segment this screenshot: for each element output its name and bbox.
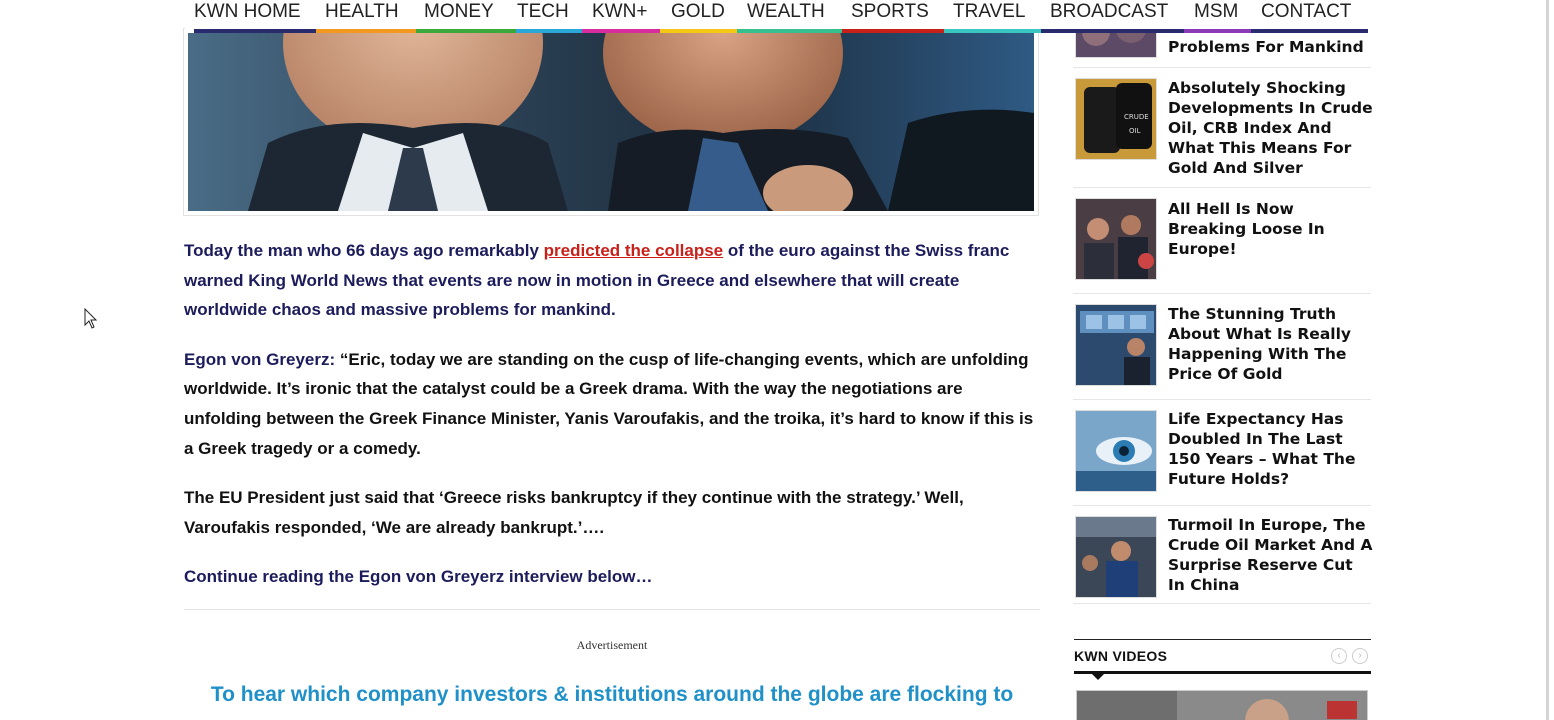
predicted-collapse-link[interactable]: predicted the collapse [544, 241, 724, 260]
nav-color-bar [1251, 29, 1368, 33]
videos-title: KWN VIDEOS [1074, 648, 1168, 664]
nav-item-money[interactable]: MONEY [416, 0, 516, 33]
nav-label: KWN HOME [194, 1, 301, 22]
nav-color-bar [194, 29, 316, 33]
nav-item-contact[interactable]: CONTACT [1251, 0, 1368, 33]
nav-color-bar [1184, 29, 1251, 33]
nav-label: BROADCAST [1050, 1, 1169, 22]
oil-barrels-icon: CRUDE OIL [1075, 78, 1157, 160]
nav-label: SPORTS [851, 1, 929, 22]
trader-icon [1075, 516, 1157, 598]
photo-two-men [188, 33, 1034, 211]
nav-color-bar [842, 29, 944, 33]
nav-item-health[interactable]: HEALTH [316, 0, 416, 33]
svg-text:OIL: OIL [1129, 127, 1141, 135]
nav-label: MSM [1194, 1, 1239, 22]
nav-item-kwn-home[interactable]: KWN HOME [194, 0, 316, 33]
sidebar-story-title: Turmoil In Europe, The Crude Oil Market … [1168, 516, 1373, 594]
sidebar-story-title: All Hell Is Now Breaking Loose In Europe… [1168, 200, 1325, 258]
article-body: Today the man who 66 days ago remarkably… [184, 236, 1044, 612]
sidebar-story[interactable]: The Stunning Truth About What Is Really … [1073, 294, 1371, 400]
videos-next-button[interactable]: › [1352, 648, 1368, 664]
mouse-cursor-icon [84, 307, 98, 335]
speaker-name: Egon von Greyerz: [184, 349, 336, 369]
nav-color-bar [944, 29, 1041, 33]
videos-prev-button[interactable]: ‹ [1331, 648, 1347, 664]
sidebar-story-title: Problems For Mankind [1168, 38, 1364, 56]
nav-color-bar [660, 29, 737, 33]
nav-label: HEALTH [325, 1, 399, 22]
nav-color-bar [582, 29, 660, 33]
traders-icon [1075, 198, 1157, 280]
article-paragraph-intro: Today the man who 66 days ago remarkably… [184, 236, 1044, 325]
main-nav: KWN HOME HEALTH MONEY TECH KWN+ GOLD WEA… [185, 0, 1368, 33]
nav-label: TECH [517, 1, 569, 22]
promo-link[interactable]: To hear which company investors & instit… [184, 680, 1040, 710]
nav-item-tech[interactable]: TECH [516, 0, 582, 33]
sidebar-story[interactable]: CRUDE OIL Absolutely Shocking Development… [1073, 68, 1373, 188]
eye-icon [1075, 410, 1157, 492]
article-paragraph-quote: Egon von Greyerz: “Eric, today we are st… [184, 345, 1044, 463]
nav-label: MONEY [424, 1, 494, 22]
article-hero-image [183, 28, 1039, 216]
nav-label: KWN+ [592, 1, 648, 22]
nav-color-bar [516, 29, 582, 33]
nav-item-kwn-plus[interactable]: KWN+ [582, 0, 660, 33]
continue-reading-text: Continue reading the Egon von Greyerz in… [184, 567, 653, 587]
nav-item-travel[interactable]: TRAVEL [944, 0, 1041, 33]
sidebar-story[interactable]: All Hell Is Now Breaking Loose In Europe… [1073, 188, 1371, 294]
sidebar-story[interactable]: Turmoil In Europe, The Crude Oil Market … [1073, 506, 1373, 604]
nav-color-bar [416, 29, 516, 33]
advertisement-label: Advertisement [576, 638, 648, 652]
kwn-videos-header: KWN VIDEOS ‹ › [1074, 639, 1371, 680]
nav-item-wealth[interactable]: WEALTH [737, 0, 842, 33]
sidebar-story-title: Life Expectancy Has Doubled In The Last … [1168, 410, 1356, 488]
nav-color-bar [737, 29, 842, 33]
nav-label: WEALTH [747, 1, 825, 22]
sidebar-story[interactable]: Life Expectancy Has Doubled In The Last … [1073, 400, 1371, 506]
videos-underline [1074, 671, 1371, 674]
nav-label: GOLD [671, 1, 725, 22]
trading-floor-icon [1075, 304, 1157, 386]
nav-color-bar [1041, 29, 1184, 33]
videos-notch [1092, 674, 1104, 680]
nav-color-bar [316, 29, 416, 33]
scrollbar-track-line [1546, 0, 1549, 720]
page-scrollbar[interactable] [1541, 0, 1554, 720]
nav-label: CONTACT [1261, 1, 1352, 22]
svg-text:CRUDE: CRUDE [1124, 113, 1149, 121]
nav-item-sports[interactable]: SPORTS [842, 0, 944, 33]
intro-text-before: Today the man who 66 days ago remarkably [184, 241, 544, 260]
sidebar-story-title: The Stunning Truth About What Is Really … [1168, 305, 1352, 383]
nav-label: TRAVEL [953, 1, 1026, 22]
article-divider [184, 609, 1040, 610]
nav-item-msm[interactable]: MSM [1184, 0, 1251, 33]
nav-item-broadcast[interactable]: BROADCAST [1041, 0, 1184, 33]
sidebar-story-title: Absolutely Shocking Developments In Crud… [1168, 79, 1373, 177]
article-paragraph-eu: The EU President just said that ‘Greece … [184, 488, 964, 537]
nav-item-gold[interactable]: GOLD [660, 0, 737, 33]
video-thumbnail[interactable] [1076, 690, 1368, 720]
